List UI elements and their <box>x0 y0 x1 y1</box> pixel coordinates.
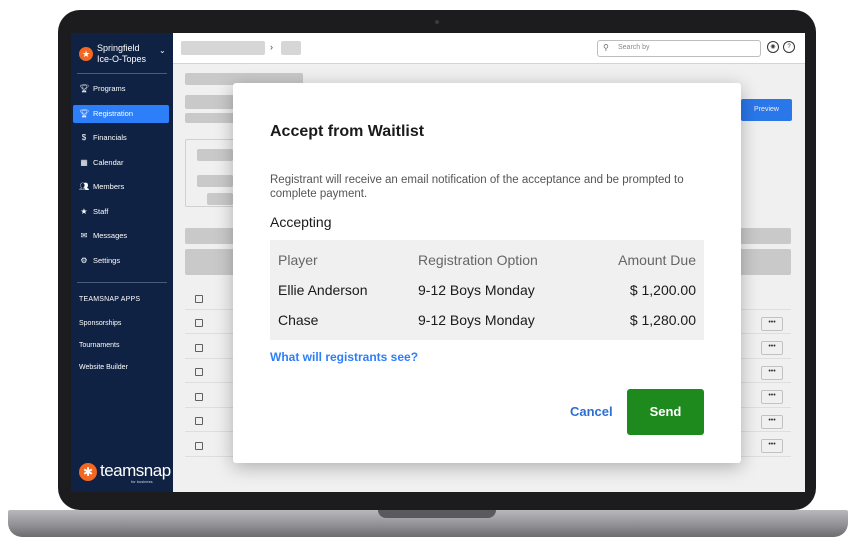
app-screen: ★ Springfield Ice-O-Topes ⌄ 🏆︎ Programs 🏆… <box>71 33 805 492</box>
accept-waitlist-modal: Accept from Waitlist Registrant will rec… <box>233 83 741 463</box>
cancel-button[interactable]: Cancel <box>570 404 613 419</box>
divider <box>77 73 167 74</box>
calendar-icon: ▦ <box>80 158 88 167</box>
search-input[interactable]: ⚲ Search by <box>597 40 761 57</box>
brand-wordmark: teamsnap <box>100 461 171 480</box>
sidebar-item-label: Financials <box>93 133 127 142</box>
people-icon: 👥︎ <box>79 182 90 191</box>
org-name: Springfield Ice-O-Topes <box>97 43 147 64</box>
brand-subtitle: for business <box>131 479 153 484</box>
search-icon: ⚲ <box>603 43 609 52</box>
teamsnap-logo: ✱ teamsnap for business <box>79 461 171 485</box>
top-bar: › ⚲ Search by ◉ ? <box>173 33 805 64</box>
camera-dot <box>435 20 439 24</box>
sidebar-item-label: Registration <box>93 109 134 118</box>
sidebar-item-label: Members <box>93 182 125 191</box>
dollar-icon: $ <box>81 133 87 142</box>
star-icon: ★ <box>80 207 88 216</box>
teamsnap-star-icon: ✱ <box>79 463 97 481</box>
breadcrumb-placeholder <box>281 41 301 55</box>
sidebar-item-label: Messages <box>93 231 128 240</box>
app-link-website-builder[interactable]: Website Builder <box>79 364 128 371</box>
modal-description: Registrant will receive an email notific… <box>270 174 684 200</box>
app-link-sponsorships[interactable]: Sponsorships <box>79 320 121 327</box>
sidebar-item-label: Staff <box>93 207 109 216</box>
chevron-right-icon: › <box>270 42 273 52</box>
sidebar-item-members[interactable]: 👥︎ Members <box>73 178 169 196</box>
sidebar-item-label: Programs <box>93 84 126 93</box>
laptop-notch <box>378 510 496 518</box>
search-placeholder: Search by <box>618 44 650 51</box>
sidebar-item-calendar[interactable]: ▦ Calendar <box>73 154 169 172</box>
cell-player: Ellie Anderson <box>278 282 368 298</box>
modal-title: Accept from Waitlist <box>270 123 425 140</box>
column-header-amount: Amount Due <box>618 252 696 268</box>
cell-amount: $ 1,200.00 <box>629 282 696 298</box>
breadcrumb-placeholder <box>181 41 265 55</box>
sidebar-item-label: Calendar <box>93 158 124 167</box>
cell-amount: $ 1,280.00 <box>629 312 696 328</box>
send-button[interactable]: Send <box>627 389 704 435</box>
sidebar-item-staff[interactable]: ★ Staff <box>73 203 169 221</box>
org-logo-icon: ★ <box>79 47 93 61</box>
gear-icon: ⚙ <box>80 256 88 265</box>
app-link-tournaments[interactable]: Tournaments <box>79 342 119 349</box>
cell-option: 9-12 Boys Monday <box>418 282 535 298</box>
account-icon[interactable]: ◉ <box>767 41 779 53</box>
sidebar-item-registration[interactable]: 🏆︎ Registration <box>73 105 169 123</box>
sidebar-item-messages[interactable]: ✉ Messages <box>73 227 169 245</box>
preview-registrant-view-link[interactable]: What will registrants see? <box>270 350 418 364</box>
column-header-option: Registration Option <box>418 252 538 268</box>
cell-option: 9-12 Boys Monday <box>418 312 535 328</box>
apps-section-title: TEAMSNAP APPS <box>79 296 141 303</box>
org-switcher[interactable]: ★ Springfield Ice-O-Topes ⌄ <box>79 41 169 67</box>
accepting-table: Player Registration Option Amount Due El… <box>270 240 704 340</box>
help-icon[interactable]: ? <box>783 41 795 53</box>
sidebar-item-programs[interactable]: 🏆︎ Programs <box>73 80 169 98</box>
envelope-icon: ✉ <box>80 231 88 240</box>
chevron-down-icon: ⌄ <box>159 46 166 55</box>
sidebar-item-financials[interactable]: $ Financials <box>73 129 169 147</box>
sidebar: ★ Springfield Ice-O-Topes ⌄ 🏆︎ Programs 🏆… <box>71 33 173 492</box>
divider <box>77 282 167 283</box>
cell-player: Chase <box>278 312 319 328</box>
column-header-player: Player <box>278 252 318 268</box>
sidebar-item-settings[interactable]: ⚙ Settings <box>73 252 169 270</box>
trophy-icon: 🏆︎ <box>79 109 90 118</box>
sidebar-item-label: Settings <box>93 256 121 265</box>
trophy-icon: 🏆︎ <box>79 84 90 93</box>
accepting-label: Accepting <box>270 214 332 230</box>
